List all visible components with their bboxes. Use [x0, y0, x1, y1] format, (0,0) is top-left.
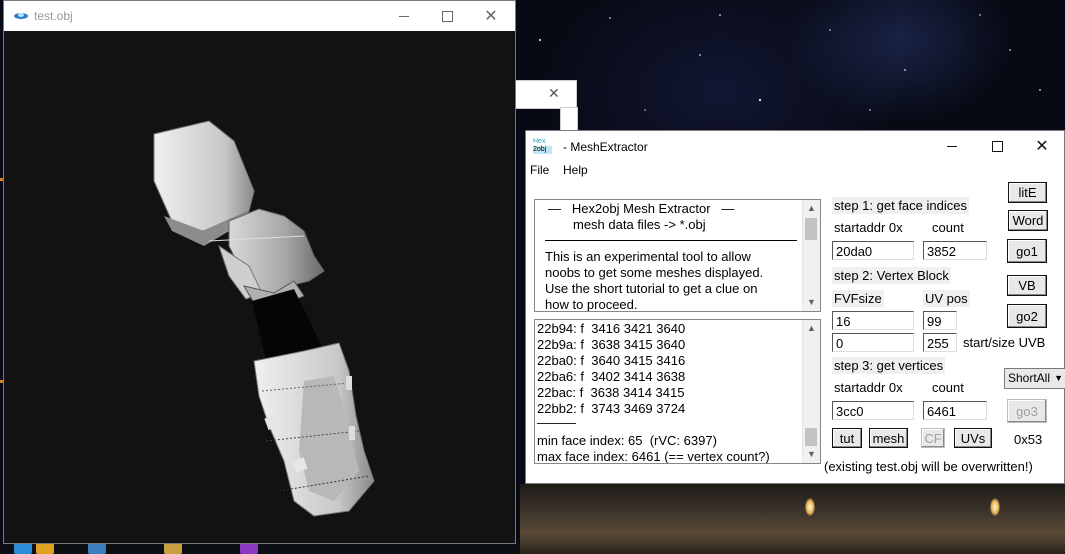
step1-startaddr-label: startaddr 0x — [834, 220, 903, 235]
app-icon-text: Hex — [533, 138, 546, 145]
minimize-icon — [399, 15, 409, 17]
rendered-mesh — [153, 120, 375, 517]
step3-count-label: count — [932, 380, 964, 395]
step1-startaddr-input[interactable]: 20da0 — [832, 241, 914, 260]
desktop-edge-mark — [0, 178, 3, 181]
taskbar-app-icon[interactable] — [164, 543, 182, 554]
uvb-size-input[interactable]: 255 — [923, 333, 957, 352]
app-icon — [14, 13, 28, 19]
step1-label: step 1: get face indices — [832, 197, 969, 214]
log-line: 22b94: f 3416 3421 3640 — [537, 321, 686, 336]
info-divider — [545, 240, 797, 241]
word-button[interactable]: Word — [1008, 210, 1048, 231]
info-line: Use the short tutorial to get a clue on — [545, 281, 758, 296]
close-button[interactable]: ✕ — [1019, 131, 1065, 161]
info-line: This is an experimental tool to allow — [545, 249, 751, 264]
startsize-uvb-label: start/size UVB — [963, 335, 1046, 350]
scroll-thumb[interactable] — [805, 428, 817, 446]
3d-viewport[interactable] — [4, 31, 515, 543]
log-textbox[interactable]: 22b94: f 3416 3421 3640 22b9a: f 3638 34… — [534, 319, 821, 464]
info-line: noobs to get some meshes displayed. — [545, 265, 764, 280]
log-line: 22b9a: f 3638 3415 3640 — [537, 337, 686, 352]
meshextractor-titlebar[interactable]: Hex 2obj - MeshExtractor ✕ — [526, 131, 1064, 161]
desktop-edge-mark — [0, 380, 3, 383]
close-icon: ✕ — [1035, 138, 1049, 155]
log-separator: ——— — [537, 415, 576, 430]
close-icon: ✕ — [484, 8, 498, 25]
tut-button[interactable]: tut — [832, 428, 862, 448]
log-scrollbar[interactable]: ▲ ▼ — [802, 320, 820, 463]
step1-count-label: count — [932, 220, 964, 235]
uvpos-label: UV pos — [923, 290, 970, 307]
meshextractor-window[interactable]: Hex 2obj - MeshExtractor ✕ File Help — H… — [525, 130, 1065, 484]
taskbar — [0, 543, 520, 554]
mode-select-value: ShortAll — [1008, 371, 1051, 385]
hex-value-label: 0x53 — [1014, 432, 1043, 447]
scroll-up-icon[interactable]: ▲ — [803, 200, 820, 217]
step3-startaddr-label: startaddr 0x — [834, 380, 903, 395]
log-line: 22bac: f 3638 3414 3415 — [537, 385, 685, 400]
minimize-button[interactable] — [929, 131, 975, 161]
app-icon-text: 2obj — [533, 146, 552, 154]
taskbar-app-icon[interactable] — [14, 543, 32, 554]
step2-label: step 2: Vertex Block — [832, 267, 951, 284]
minimize-icon — [947, 145, 957, 147]
desktop-wallpaper-ship — [520, 484, 1065, 554]
uvpos-input[interactable]: 99 — [923, 311, 957, 330]
mesh-button[interactable]: mesh — [869, 428, 908, 448]
log-line: 22ba0: f 3640 3415 3416 — [537, 353, 686, 368]
taskbar-app-icon[interactable] — [240, 543, 258, 554]
info-subheading: mesh data files -> *.obj — [573, 217, 706, 232]
scroll-up-icon[interactable]: ▲ — [803, 320, 820, 337]
go2-button[interactable]: go2 — [1007, 304, 1047, 328]
log-line: 22bb2: f 3743 3469 3724 — [537, 401, 686, 416]
maximize-icon — [991, 140, 1003, 152]
menu-bar: File Help — [526, 161, 1064, 181]
log-line: 22ba6: f 3402 3414 3638 — [537, 369, 686, 384]
chevron-down-icon: ▼ — [1054, 373, 1063, 383]
maximize-icon — [441, 10, 453, 22]
log-max-face: max face index: 6461 (== vertex count?) — [537, 449, 770, 464]
log-min-face: min face index: 65 (rVC: 6397) — [537, 433, 717, 448]
cf-button[interactable]: CF — [921, 428, 945, 448]
scroll-down-icon[interactable]: ▼ — [803, 294, 820, 311]
info-textbox[interactable]: — Hex2obj Mesh Extractor — mesh data fil… — [534, 199, 821, 312]
scroll-thumb[interactable] — [805, 218, 817, 240]
maximize-button[interactable] — [974, 131, 1020, 161]
viewer-title: test.obj — [34, 9, 73, 23]
viewer-titlebar[interactable]: test.obj ✕ — [4, 1, 515, 31]
meshextractor-title: - MeshExtractor — [563, 140, 648, 154]
fvfsize-input[interactable]: 16 — [832, 311, 914, 330]
close-button[interactable]: ✕ — [468, 1, 514, 31]
scroll-down-icon[interactable]: ▼ — [803, 446, 820, 463]
overwrite-warning: (existing test.obj will be overwritten!) — [824, 459, 1033, 474]
info-scrollbar[interactable]: ▲ ▼ — [802, 200, 820, 311]
step1-count-input[interactable]: 3852 — [923, 241, 987, 260]
background-window-edge[interactable] — [560, 107, 578, 131]
go3-button[interactable]: go3 — [1007, 399, 1047, 423]
vb-button[interactable]: VB — [1007, 275, 1047, 296]
minimize-button[interactable] — [381, 1, 427, 31]
mode-select[interactable]: ShortAll ▼ — [1004, 368, 1065, 389]
taskbar-app-icon[interactable] — [36, 543, 54, 554]
maximize-button[interactable] — [424, 1, 470, 31]
menu-help[interactable]: Help — [563, 163, 588, 177]
step3-label: step 3: get vertices — [832, 357, 946, 374]
taskbar-app-icon[interactable] — [88, 543, 106, 554]
uvb-start-input[interactable]: 0 — [832, 333, 914, 352]
hex2obj-app-icon: Hex 2obj — [533, 138, 552, 155]
go1-button[interactable]: go1 — [1007, 239, 1047, 263]
viewer-window[interactable]: test.obj ✕ — [3, 0, 516, 544]
close-icon[interactable]: ✕ — [548, 85, 560, 102]
uvs-button[interactable]: UVs — [954, 428, 992, 448]
step3-startaddr-input[interactable]: 3cc0 — [832, 401, 914, 420]
lite-button[interactable]: litE — [1008, 182, 1047, 203]
info-line: how to proceed. — [545, 297, 638, 312]
fvfsize-label: FVFsize — [832, 290, 884, 307]
info-heading: — Hex2obj Mesh Extractor — — [548, 201, 735, 216]
step3-count-input[interactable]: 6461 — [923, 401, 987, 420]
background-window[interactable]: ✕ — [515, 80, 577, 109]
menu-file[interactable]: File — [530, 163, 549, 177]
